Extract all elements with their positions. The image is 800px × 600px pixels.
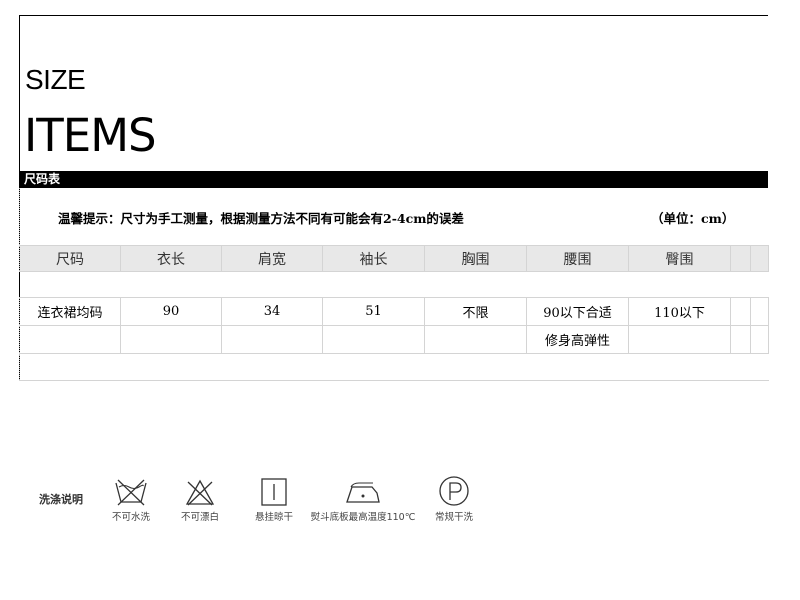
wash-item-no-water: 不可水洗	[106, 477, 156, 523]
table-cell	[120, 325, 222, 354]
no-bleach-icon	[185, 479, 215, 506]
unit-label: （单位：cm）	[651, 211, 735, 226]
table-cell: 110以下	[628, 297, 731, 326]
table-row: 修身高弹性	[19, 325, 769, 354]
wash-label: 悬挂晾干	[254, 512, 293, 523]
table-cell	[750, 325, 769, 354]
table-header-row: 尺码 衣长 肩宽 袖长 胸围 腰围 臀围	[19, 245, 769, 272]
table-cell: 90	[120, 297, 222, 326]
iron-icon	[346, 482, 380, 503]
wash-label: 熨斗底板最高温度110℃	[310, 512, 416, 523]
wash-item-no-bleach: 不可漂白	[175, 477, 225, 523]
column-header: 肩宽	[221, 245, 323, 272]
table-cell: 不限	[424, 297, 527, 326]
hang-dry-icon	[261, 478, 287, 506]
column-header: 胸围	[424, 245, 527, 272]
column-header	[750, 245, 769, 272]
column-header: 衣长	[120, 245, 222, 272]
table-row: 连衣裙均码 90 34 51 不限 90以下合适 110以下	[19, 297, 769, 326]
column-header: 臀围	[628, 245, 731, 272]
no-water-wash-icon	[115, 479, 147, 506]
size-heading: SIZE	[25, 64, 86, 95]
column-header	[730, 245, 751, 272]
column-header: 袖长	[322, 245, 425, 272]
table-cell	[730, 325, 751, 354]
table-cell	[628, 325, 731, 354]
column-header: 尺码	[19, 245, 121, 272]
wash-label: 不可漂白	[180, 512, 219, 523]
size-table-title: 尺码表	[19, 171, 768, 188]
table-cell	[221, 325, 323, 354]
table-cell: 51	[322, 297, 425, 326]
measurement-tip: 温馨提示：尺寸为手工测量，根据测量方法不同有可能会有2-4cm的误差	[58, 211, 464, 226]
table-cell	[424, 325, 527, 354]
table-cell: 连衣裙均码	[19, 297, 121, 326]
wash-item-iron: 熨斗底板最高温度110℃	[308, 477, 418, 523]
column-header: 腰围	[526, 245, 629, 272]
table-bottom-row	[19, 353, 769, 381]
washing-instructions-title: 洗涤说明	[39, 493, 83, 506]
table-cell	[750, 297, 769, 326]
items-heading: ITEMS	[24, 109, 157, 162]
table-cell: 修身高弹性	[526, 325, 629, 354]
table-cell	[730, 297, 751, 326]
size-table: 尺码 衣长 肩宽 袖长 胸围 腰围 臀围 连衣裙均码 90 34 51 不限 9…	[19, 245, 769, 381]
table-cell	[19, 325, 121, 354]
wash-label: 常规干洗	[434, 512, 473, 523]
table-spacer-row	[19, 271, 769, 298]
table-cell: 90以下合适	[526, 297, 629, 326]
table-cell: 34	[221, 297, 323, 326]
table-cell	[322, 325, 425, 354]
wash-item-hang-dry: 悬挂晾干	[249, 477, 299, 523]
dry-clean-icon	[439, 476, 469, 506]
wash-item-dry-clean: 常规干洗	[429, 475, 479, 523]
wash-label: 不可水洗	[111, 512, 150, 523]
